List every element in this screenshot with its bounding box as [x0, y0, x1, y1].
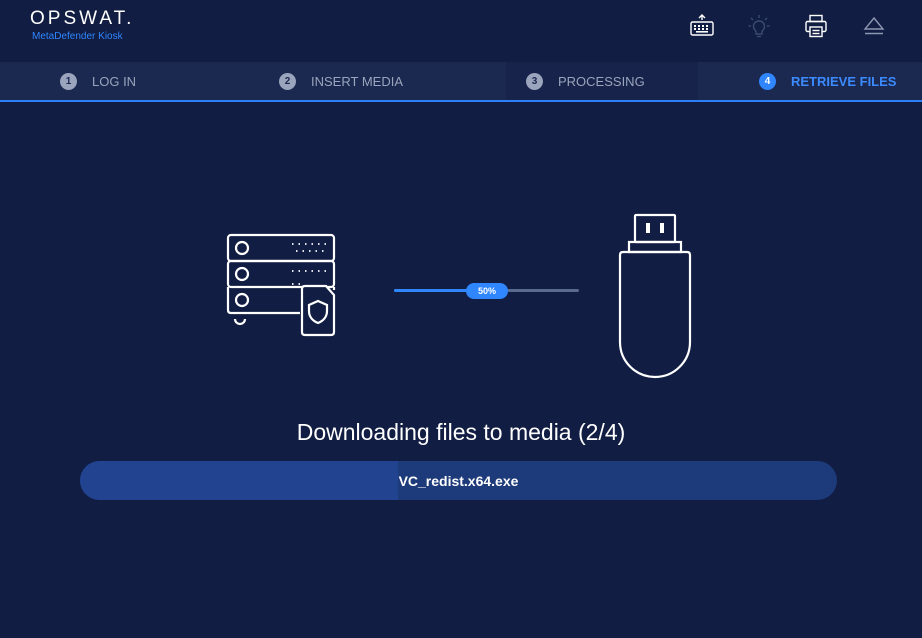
step-retrieve-files: 4 RETRIEVE FILES — [759, 62, 896, 100]
step-label: LOG IN — [92, 73, 137, 89]
step-processing: 3 PROCESSING — [506, 62, 698, 100]
header: OPSWAT. MetaDefender Kiosk — [0, 0, 922, 62]
usb-drive-icon — [618, 213, 692, 379]
kiosk-screen: OPSWAT. MetaDefender Kiosk 1 LOG IN 2 IN… — [0, 0, 922, 638]
brand-name: OPSWAT. — [30, 8, 135, 29]
transfer-progress-label: 50% — [466, 283, 508, 299]
step-number: 1 — [60, 72, 77, 90]
step-number: 2 — [279, 72, 296, 90]
lightbulb-icon[interactable] — [745, 12, 773, 40]
keyboard-icon[interactable] — [688, 12, 716, 40]
step-label: PROCESSING — [558, 73, 645, 89]
current-file-name: VC_redist.x64.exe — [398, 472, 519, 489]
printer-icon[interactable] — [802, 12, 830, 40]
steps-bar: 1 LOG IN 2 INSERT MEDIA 3 PROCESSING 4 R… — [0, 62, 922, 102]
step-label: INSERT MEDIA — [311, 73, 403, 89]
brand-logo: OPSWAT. MetaDefender Kiosk — [30, 8, 134, 43]
server-icon — [226, 233, 336, 337]
eject-icon[interactable] — [860, 12, 888, 40]
product-name: MetaDefender Kiosk — [32, 31, 123, 42]
step-insert-media: 2 INSERT MEDIA — [279, 62, 403, 100]
step-label: RETRIEVE FILES — [791, 73, 897, 89]
step-number: 3 — [526, 72, 543, 90]
step-log-in: 1 LOG IN — [60, 62, 136, 100]
status-message: Downloading files to media (2/4) — [296, 419, 626, 445]
step-number: 4 — [759, 72, 776, 90]
file-progress-bar: VC_redist.x64.exe — [80, 461, 837, 500]
